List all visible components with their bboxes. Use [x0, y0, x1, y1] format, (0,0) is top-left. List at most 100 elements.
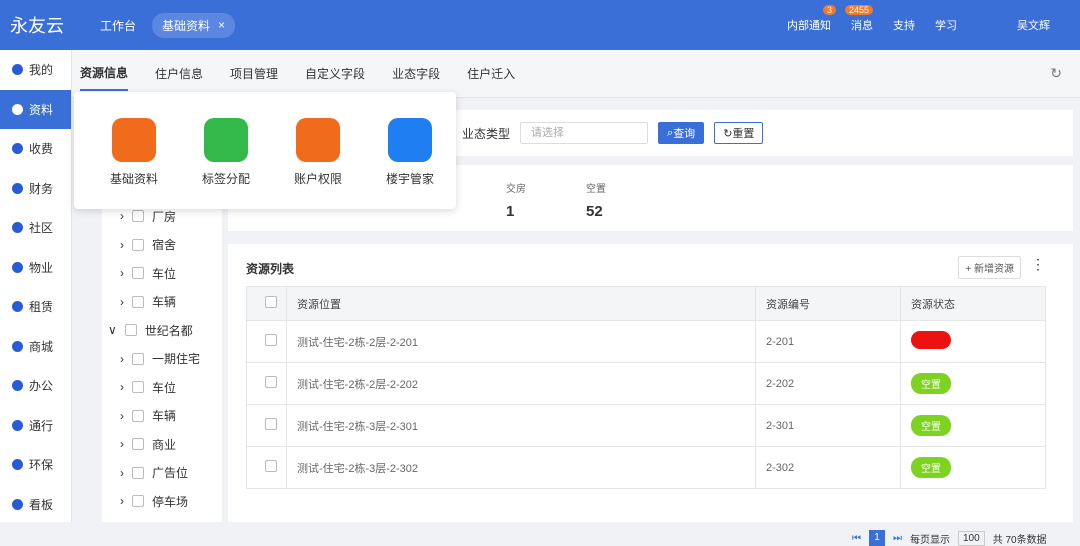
chevron-icon[interactable]: ›: [120, 209, 124, 223]
subtab[interactable]: 项目管理: [230, 57, 278, 90]
row-checkbox[interactable]: [265, 418, 277, 430]
subtab[interactable]: 住户迁入: [467, 57, 515, 90]
table-row[interactable]: 测试-住宅-2栋-2层-2-201 2-201: [246, 320, 1046, 363]
chevron-icon[interactable]: ›: [120, 352, 124, 366]
refresh-icon[interactable]: ↻: [1050, 65, 1062, 82]
select-all-checkbox[interactable]: [265, 296, 277, 308]
cell-code: 2-202: [755, 362, 901, 405]
chevron-icon[interactable]: ›: [120, 466, 124, 480]
tree-node[interactable]: › 车辆: [102, 402, 222, 431]
more-icon[interactable]: ⋮: [1031, 256, 1045, 273]
sidebar-item[interactable]: 资料: [0, 89, 71, 129]
app-tile[interactable]: 基础资料: [94, 118, 174, 187]
per-page-label: 每页显示: [910, 534, 950, 546]
sidebar-item[interactable]: 通行: [0, 406, 71, 446]
table-row[interactable]: 测试-住宅-2栋-3层-2-301 2-301 空置: [246, 404, 1046, 447]
tree-checkbox[interactable]: [132, 409, 144, 422]
sidebar-icon: [12, 222, 23, 234]
app-tile[interactable]: 楼宇管家: [370, 118, 450, 187]
logo[interactable]: 永友云: [0, 12, 70, 38]
row-checkbox[interactable]: [265, 334, 277, 346]
tree-checkbox[interactable]: [132, 238, 144, 251]
sidebar-item[interactable]: 租赁: [0, 287, 71, 327]
chevron-icon[interactable]: ›: [120, 380, 124, 394]
page-1[interactable]: 1: [869, 530, 885, 546]
sidebar-label: 看板: [29, 497, 54, 512]
tree-node[interactable]: › 车辆: [102, 288, 222, 317]
subtab[interactable]: 业态字段: [392, 57, 440, 90]
sidebar-item[interactable]: 收费: [0, 129, 71, 169]
tree-label: 车位: [152, 380, 177, 395]
sidebar-label: 社区: [29, 221, 54, 236]
sidebar-item[interactable]: 办公: [0, 366, 71, 406]
cell-code: 2-301: [755, 404, 901, 447]
tree-node[interactable]: › 广告位: [102, 459, 222, 488]
learn-link[interactable]: 学习: [935, 17, 957, 33]
tree-checkbox[interactable]: [132, 352, 144, 365]
type-select[interactable]: 请选择: [520, 122, 649, 144]
sidebar-item[interactable]: 商城: [0, 327, 71, 367]
app-label: 基础资料: [109, 172, 158, 186]
chevron-icon[interactable]: ∨: [108, 323, 117, 337]
row-checkbox[interactable]: [265, 376, 277, 388]
table-row[interactable]: 测试-住宅-2栋-3层-2-302 2-302 空置: [246, 446, 1046, 489]
page-size-select[interactable]: 100: [958, 530, 985, 546]
last-page-icon[interactable]: ⏭: [893, 533, 902, 544]
sidebar-item[interactable]: 财务: [0, 169, 71, 209]
tree-checkbox[interactable]: [132, 438, 144, 451]
sidebar-item[interactable]: 看板: [0, 485, 71, 525]
tree-node[interactable]: › 停车场: [102, 487, 222, 516]
sidebar-item[interactable]: 我的: [0, 50, 71, 90]
chevron-icon[interactable]: ›: [120, 494, 124, 508]
app-tile[interactable]: 标签分配: [186, 118, 266, 187]
first-page-icon[interactable]: ⏮: [852, 533, 861, 544]
subtab[interactable]: 住户信息: [155, 57, 203, 90]
tab-workbench[interactable]: 工作台: [100, 17, 136, 34]
sidebar-icon: [12, 419, 23, 431]
table-row[interactable]: 测试-住宅-2栋-2层-2-202 2-202 空置: [246, 362, 1046, 405]
tree-node[interactable]: › 车位: [102, 259, 222, 288]
tree-checkbox[interactable]: [132, 381, 144, 394]
tree-checkbox[interactable]: [124, 324, 137, 337]
app-tile[interactable]: 账户权限: [278, 118, 358, 187]
user-name[interactable]: 吴文辉: [1017, 17, 1050, 33]
inner-notice[interactable]: 内部通知 3: [787, 5, 837, 33]
add-resource-button[interactable]: + 新增资源: [958, 256, 1021, 279]
sidebar-item[interactable]: 社区: [0, 208, 71, 248]
chevron-icon[interactable]: ›: [120, 437, 124, 451]
reset-button[interactable]: ↻ 重置: [714, 122, 764, 144]
subtab[interactable]: 自定义字段: [305, 57, 365, 90]
support-link[interactable]: 支持: [893, 17, 915, 33]
tree-checkbox[interactable]: [132, 495, 144, 508]
sidebar-label: 资料: [29, 102, 54, 117]
tree-checkbox[interactable]: [132, 295, 144, 308]
cell-location: 测试-住宅-2栋-2层-2-202: [286, 362, 756, 405]
sidebar-label: 物业: [29, 260, 54, 275]
tree-node[interactable]: › 车位: [102, 373, 222, 402]
status-badge: 空置: [911, 457, 951, 478]
tab-basic-data[interactable]: 基础资料 ×: [152, 12, 236, 38]
tree-node[interactable]: ∨ 世纪名都: [102, 316, 222, 345]
chevron-icon[interactable]: ›: [120, 238, 124, 252]
close-icon[interactable]: ×: [218, 18, 225, 32]
sidebar-label: 我的: [29, 63, 54, 78]
list-title: 资源列表: [246, 262, 295, 276]
tree-node[interactable]: › 商业: [102, 430, 222, 459]
sidebar-item[interactable]: 物业: [0, 248, 71, 288]
tree-checkbox[interactable]: [132, 466, 144, 479]
app-popup: 基础资料 标签分配 账户权限 楼宇管家: [74, 92, 456, 209]
tree-node[interactable]: › 一期住宅: [102, 345, 222, 374]
sidebar-label: 收费: [29, 142, 54, 157]
chevron-icon[interactable]: ›: [120, 266, 124, 280]
chevron-icon[interactable]: ›: [120, 295, 124, 309]
tree-checkbox[interactable]: [132, 210, 144, 223]
cell-code: 2-302: [755, 446, 901, 489]
chevron-icon[interactable]: ›: [120, 409, 124, 423]
messages[interactable]: 消息 2455: [845, 5, 874, 33]
subtab[interactable]: 资源信息: [80, 56, 129, 91]
tree-node[interactable]: › 宿舍: [102, 231, 222, 260]
query-button[interactable]: ⌕ 查询: [658, 122, 705, 144]
tree-checkbox[interactable]: [132, 267, 144, 280]
sidebar-item[interactable]: 环保: [0, 445, 71, 485]
row-checkbox[interactable]: [265, 460, 277, 472]
